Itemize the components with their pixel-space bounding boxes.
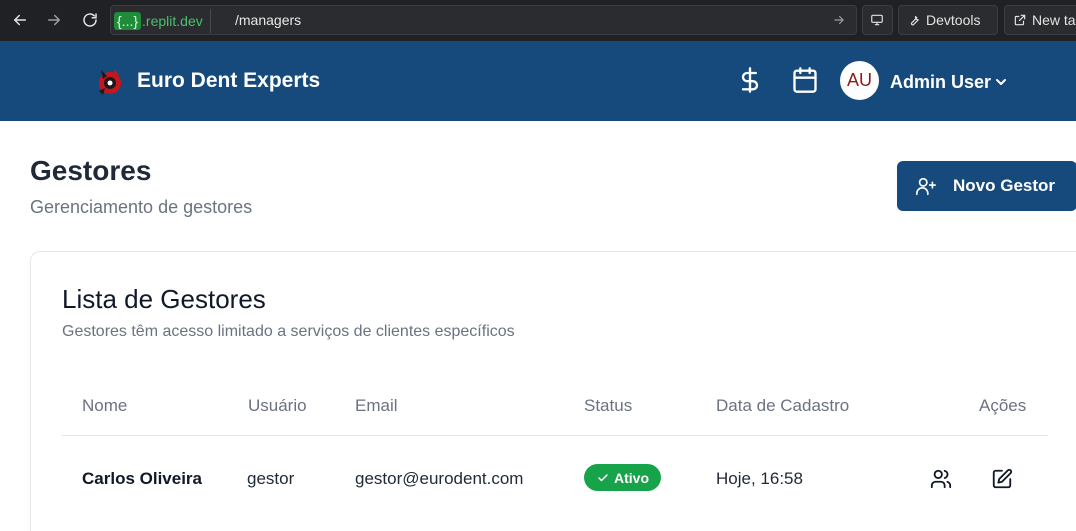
new-tab-label: New tab [1032,12,1076,28]
wrench-icon [910,15,919,26]
column-header-email[interactable]: Email [355,396,398,416]
screen-button[interactable] [862,5,893,35]
edit-icon[interactable] [991,468,1013,490]
cell-created: Hoje, 16:58 [716,469,803,488]
cell-username: gestor [247,469,295,488]
url-host-braces: {...} [114,12,142,30]
managers-card: Lista de Gestores Gestores têm acesso li… [30,251,1076,531]
devtools-label: Devtools [926,12,981,28]
chevron-down-icon[interactable] [993,74,1009,90]
app-header: Euro Dent Experts AU Admin User [0,41,1076,121]
page-subtitle: Gerenciamento de gestores [30,197,253,217]
address-bar[interactable]: {...} .replit.dev /managers [110,5,857,35]
avatar[interactable]: AU [840,61,879,100]
column-header-name[interactable]: Nome [82,396,127,416]
new-manager-label: Novo Gestor [953,176,1056,195]
status-label: Ativo [614,469,649,486]
page-title: Gestores [30,155,152,186]
logo-icon[interactable] [93,64,127,98]
card-description: Gestores têm acesso limitado a serviços … [62,323,515,340]
status-badge: Ativo [584,464,661,491]
column-header-status[interactable]: Status [584,396,632,416]
url-path: /managers [235,12,302,28]
cell-email: gestor@eurodent.com [355,469,524,488]
reload-icon[interactable] [78,8,102,32]
external-link-icon [1014,14,1026,26]
user-plus-icon [916,177,936,196]
back-icon[interactable] [8,8,32,32]
card-title: Lista de Gestores [62,284,266,314]
dollar-icon[interactable] [736,66,764,94]
monitor-icon [871,14,883,26]
column-header-actions: Ações [979,396,1027,415]
forward-icon[interactable] [42,8,66,32]
column-header-username[interactable]: Usuário [248,396,307,416]
devtools-button[interactable]: Devtools [898,5,998,35]
new-manager-button[interactable]: Novo Gestor [897,161,1076,211]
cell-name: Carlos Oliveira [82,469,203,488]
table-header-divider [62,435,1048,436]
user-name[interactable]: Admin User [890,72,991,93]
new-tab-button[interactable]: New tab [1004,5,1076,35]
calendar-icon[interactable] [791,66,819,94]
url-host: {...} .replit.dev [114,9,211,33]
brand-name[interactable]: Euro Dent Experts [137,69,320,93]
column-header-created[interactable]: Data de Cadastro [716,396,849,416]
go-arrow-icon[interactable] [832,13,846,27]
check-icon [598,473,608,481]
url-host-domain: .replit.dev [142,13,203,29]
users-icon[interactable] [930,468,952,490]
browser-toolbar: {...} .replit.dev /managers Devtools New… [0,0,1076,41]
